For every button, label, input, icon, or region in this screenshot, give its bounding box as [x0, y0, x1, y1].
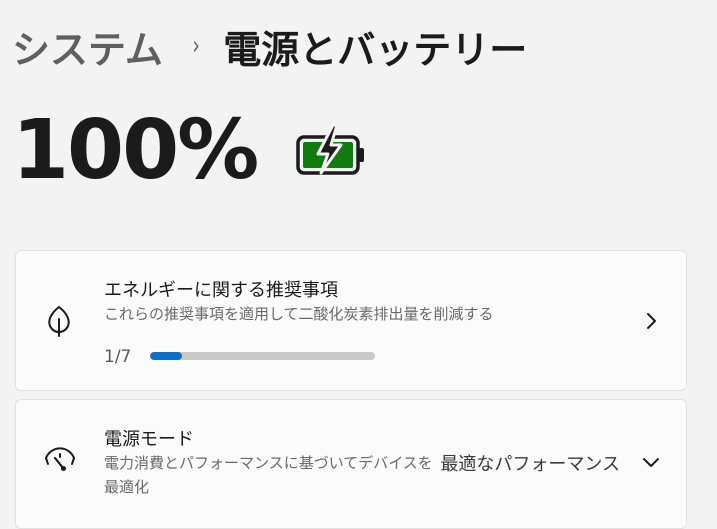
breadcrumb: システム › 電源とバッテリー: [12, 18, 527, 74]
energy-recommendations-card[interactable]: エネルギーに関する推奨事項 これらの推奨事項を適用して二酸化炭素排出量を削減する…: [15, 250, 687, 391]
recommendations-progress-label: 1/7: [104, 347, 132, 367]
leaf-icon: [46, 305, 72, 341]
chevron-right-icon[interactable]: [646, 312, 658, 334]
recommendations-progress-bar: [150, 352, 375, 360]
power-mode-dropdown[interactable]: 最適なパフォーマンス: [440, 450, 620, 476]
power-mode-description: 電力消費とパフォーマンスに基づいてデバイスを最適化: [104, 454, 433, 496]
recommendations-progress-fill: [150, 352, 183, 360]
recommendations-description: これらの推奨事項を適用して二酸化炭素排出量を削減する: [104, 305, 494, 323]
chevron-down-icon[interactable]: [642, 454, 660, 473]
battery-percent: 100%: [12, 103, 259, 198]
power-mode-title: 電源モード: [104, 429, 194, 450]
gauge-icon: [43, 446, 77, 480]
power-mode-card[interactable]: 電源モード 電力消費とパフォーマンスに基づいてデバイスを最適化 最適なパフォーマ…: [15, 399, 687, 529]
page-title: 電源とバッテリー: [223, 27, 528, 72]
breadcrumb-parent[interactable]: システム: [12, 19, 163, 74]
battery-charging-icon: [295, 123, 367, 183]
battery-status: 100%: [12, 110, 367, 192]
breadcrumb-separator-icon: ›: [192, 31, 200, 61]
recommendations-title: エネルギーに関する推奨事項: [104, 280, 338, 301]
